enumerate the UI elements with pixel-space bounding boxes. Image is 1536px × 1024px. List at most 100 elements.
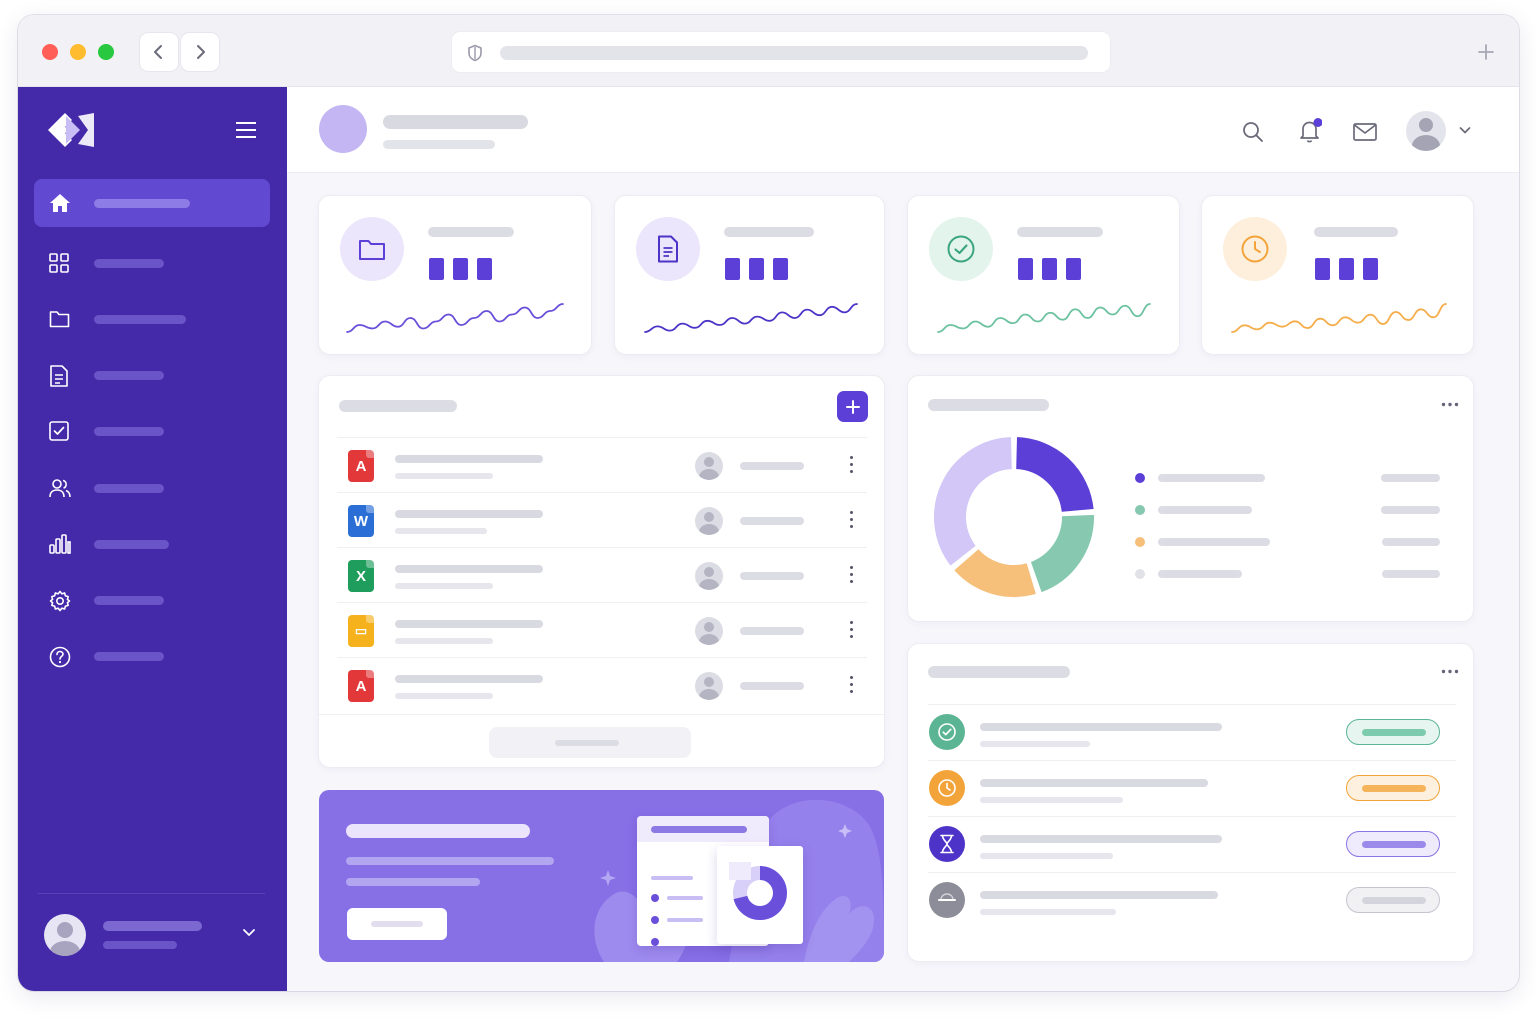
list-item[interactable] <box>928 872 1456 928</box>
sidebar-label-placeholder <box>94 484 164 493</box>
stat-icon-wrap <box>1223 217 1287 281</box>
sidebar-item-tasks[interactable] <box>34 407 270 455</box>
minimize-window-button[interactable] <box>70 44 86 60</box>
sidebar-item-users[interactable] <box>34 464 270 512</box>
maximize-window-button[interactable] <box>98 44 114 60</box>
tasks-card <box>907 643 1474 962</box>
legend-value-placeholder <box>1382 538 1440 546</box>
add-file-button[interactable] <box>837 391 868 422</box>
hamburger-icon[interactable] <box>236 122 256 138</box>
view-all-button[interactable] <box>489 727 691 758</box>
stat-card-documents[interactable] <box>614 195 885 355</box>
stat-value-digit <box>1339 258 1354 280</box>
sidebar-item-help[interactable] <box>34 632 270 680</box>
sidebar-label-placeholder <box>94 652 164 661</box>
check-circle-icon <box>938 723 956 741</box>
avatar <box>695 507 723 535</box>
folder-icon <box>49 311 70 328</box>
list-item[interactable] <box>928 760 1456 816</box>
bell-icon[interactable] <box>1298 118 1322 144</box>
status-badge <box>1346 775 1440 801</box>
donut-segment-3[interactable] <box>932 434 1014 569</box>
stat-card-pending[interactable] <box>1201 195 1474 355</box>
file-owner-placeholder <box>740 682 804 690</box>
excel-file-icon: X <box>348 560 374 592</box>
plus-icon[interactable] <box>1477 43 1495 61</box>
page-title-placeholder <box>383 115 528 129</box>
user-menu[interactable] <box>1406 111 1476 151</box>
close-window-button[interactable] <box>42 44 58 60</box>
sparkline-path <box>346 303 564 333</box>
sparkline-path <box>644 303 858 333</box>
sidebar-item-dashboard[interactable] <box>34 239 270 287</box>
header-avatar <box>319 105 367 153</box>
banner-title-placeholder <box>346 824 530 838</box>
plus-icon <box>845 399 860 414</box>
stat-value-digit <box>1018 258 1033 280</box>
back-button[interactable] <box>139 32 179 72</box>
more-horizontal-icon[interactable] <box>1441 669 1459 674</box>
mail-icon[interactable] <box>1353 123 1377 141</box>
stat-card-completed[interactable] <box>907 195 1180 355</box>
task-title-placeholder <box>980 723 1222 731</box>
table-row[interactable]: W <box>337 492 867 547</box>
logo-icon[interactable] <box>48 113 96 147</box>
task-status-icon-wrap <box>929 826 965 862</box>
legend-dot <box>1135 505 1145 515</box>
file-owner-placeholder <box>740 462 804 470</box>
table-row[interactable]: A <box>337 437 867 492</box>
sidebar-item-reports[interactable] <box>34 520 270 568</box>
legend-value-placeholder <box>1381 474 1440 482</box>
legend-label-placeholder <box>1158 538 1270 546</box>
list-item[interactable] <box>928 704 1456 760</box>
stat-sparkline <box>644 303 858 333</box>
tasks-title-placeholder <box>928 666 1070 678</box>
task-status-icon-wrap <box>929 770 965 806</box>
file-name-placeholder <box>395 455 543 463</box>
more-vertical-icon[interactable] <box>850 621 854 639</box>
sidebar-item-documents[interactable] <box>34 351 270 399</box>
url-placeholder <box>500 46 1088 60</box>
files-title-placeholder <box>339 400 457 412</box>
search-icon[interactable] <box>1242 121 1264 143</box>
more-vertical-icon[interactable] <box>850 676 854 694</box>
address-bar[interactable] <box>451 31 1111 73</box>
forward-button[interactable] <box>180 32 220 72</box>
chevron-right-icon <box>197 45 205 59</box>
more-vertical-icon[interactable] <box>850 456 854 474</box>
grid-icon <box>49 253 69 273</box>
sidebar-item-settings[interactable] <box>34 576 270 624</box>
task-sub-placeholder <box>980 741 1090 747</box>
file-owner-placeholder <box>740 627 804 635</box>
promo-banner <box>319 790 884 962</box>
chevron-down-icon[interactable] <box>242 928 256 938</box>
banner-text-placeholder <box>346 878 480 886</box>
banner-button[interactable] <box>347 908 447 940</box>
stat-label-placeholder <box>428 227 514 237</box>
legend-dot <box>1135 569 1145 579</box>
stat-value-digit <box>1066 258 1081 280</box>
list-item[interactable] <box>928 816 1456 872</box>
task-title-placeholder <box>980 779 1208 787</box>
donut-chart <box>932 434 1096 599</box>
user-avatar <box>1406 111 1446 151</box>
more-horizontal-icon[interactable] <box>1441 402 1459 407</box>
legend-value-placeholder <box>1382 570 1440 578</box>
sidebar-label-placeholder <box>94 427 164 436</box>
table-row[interactable]: X <box>337 547 867 602</box>
more-vertical-icon[interactable] <box>850 511 854 529</box>
sidebar-user[interactable] <box>42 913 262 959</box>
donut-segment-0[interactable] <box>1014 434 1096 514</box>
stat-card-folders[interactable] <box>318 195 592 355</box>
more-vertical-icon[interactable] <box>850 566 854 584</box>
table-row[interactable]: A <box>337 657 867 712</box>
legend-label-placeholder <box>1158 570 1242 578</box>
sidebar-item-folders[interactable] <box>34 295 270 343</box>
checkbox-icon <box>49 421 69 441</box>
donut-segment-1[interactable] <box>1028 512 1096 595</box>
sidebar-item-home[interactable] <box>34 179 270 227</box>
legend-dot <box>1135 537 1145 547</box>
table-row[interactable]: ▭ <box>337 602 867 657</box>
avatar <box>695 562 723 590</box>
avatar <box>695 672 723 700</box>
